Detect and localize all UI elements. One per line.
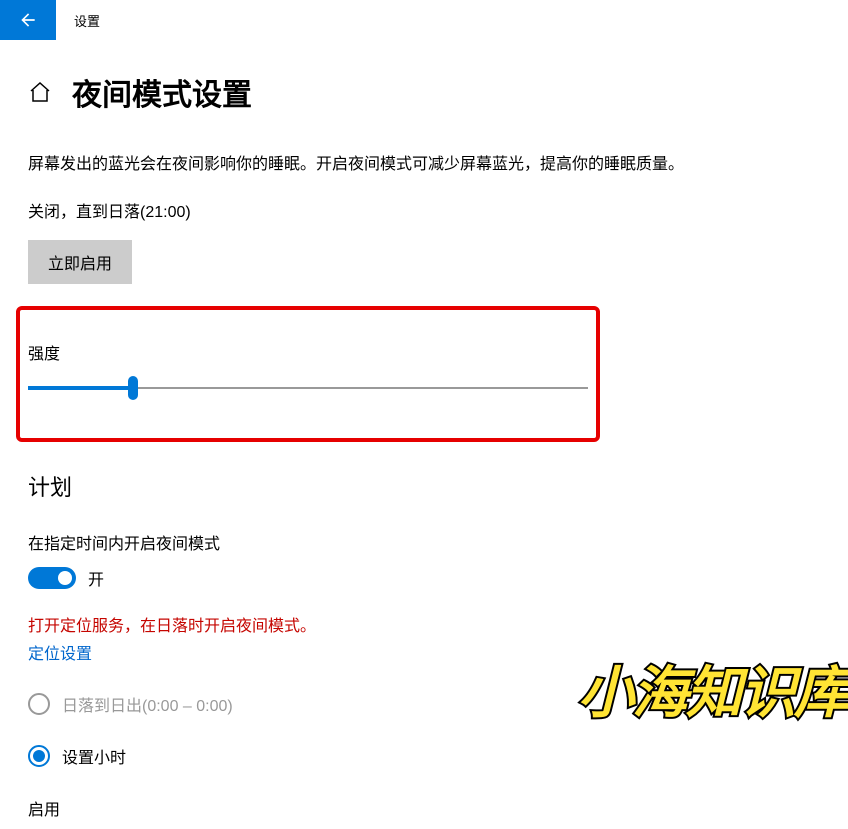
back-button[interactable] [0,0,56,40]
radio-hours[interactable] [28,745,50,767]
home-icon[interactable] [28,80,52,104]
radio-hours-label: 设置小时 [62,744,126,768]
schedule-enable-label: 在指定时间内开启夜间模式 [28,530,820,554]
toggle-knob [58,571,72,585]
titlebar: 设置 [0,0,848,40]
enable-sub-label: 启用 [28,796,820,820]
radio-sunset [28,693,50,715]
radio-sunset-label: 日落到日出(0:00 – 0:00) [62,692,233,716]
slider-fill [28,386,132,390]
location-settings-link[interactable]: 定位设置 [28,640,92,664]
radio-option-hours[interactable]: 设置小时 [28,744,820,768]
page-title: 夜间模式设置 [72,70,252,114]
schedule-section-title: 计划 [28,470,820,502]
strength-label: 强度 [28,340,588,364]
strength-highlight-box: 强度 [16,306,600,442]
enable-now-button[interactable]: 立即启用 [28,240,132,284]
page-header: 夜间模式设置 [28,70,820,114]
titlebar-label: 设置 [74,11,100,30]
toggle-state-label: 开 [88,566,104,590]
schedule-toggle-row: 开 [28,566,820,590]
back-arrow-icon [18,10,38,30]
description-text: 屏幕发出的蓝光会在夜间影响你的睡眠。开启夜间模式可减少屏幕蓝光，提高你的睡眠质量… [28,152,820,178]
radio-option-sunset: 日落到日出(0:00 – 0:00) [28,692,820,716]
schedule-toggle[interactable] [28,567,76,589]
location-warning-text: 打开定位服务，在日落时开启夜间模式。 [28,612,820,636]
slider-thumb[interactable] [128,376,138,400]
status-text: 关闭，直到日落(21:00) [28,198,820,222]
content-area: 夜间模式设置 屏幕发出的蓝光会在夜间影响你的睡眠。开启夜间模式可减少屏幕蓝光，提… [0,40,848,820]
strength-slider[interactable] [28,378,588,398]
